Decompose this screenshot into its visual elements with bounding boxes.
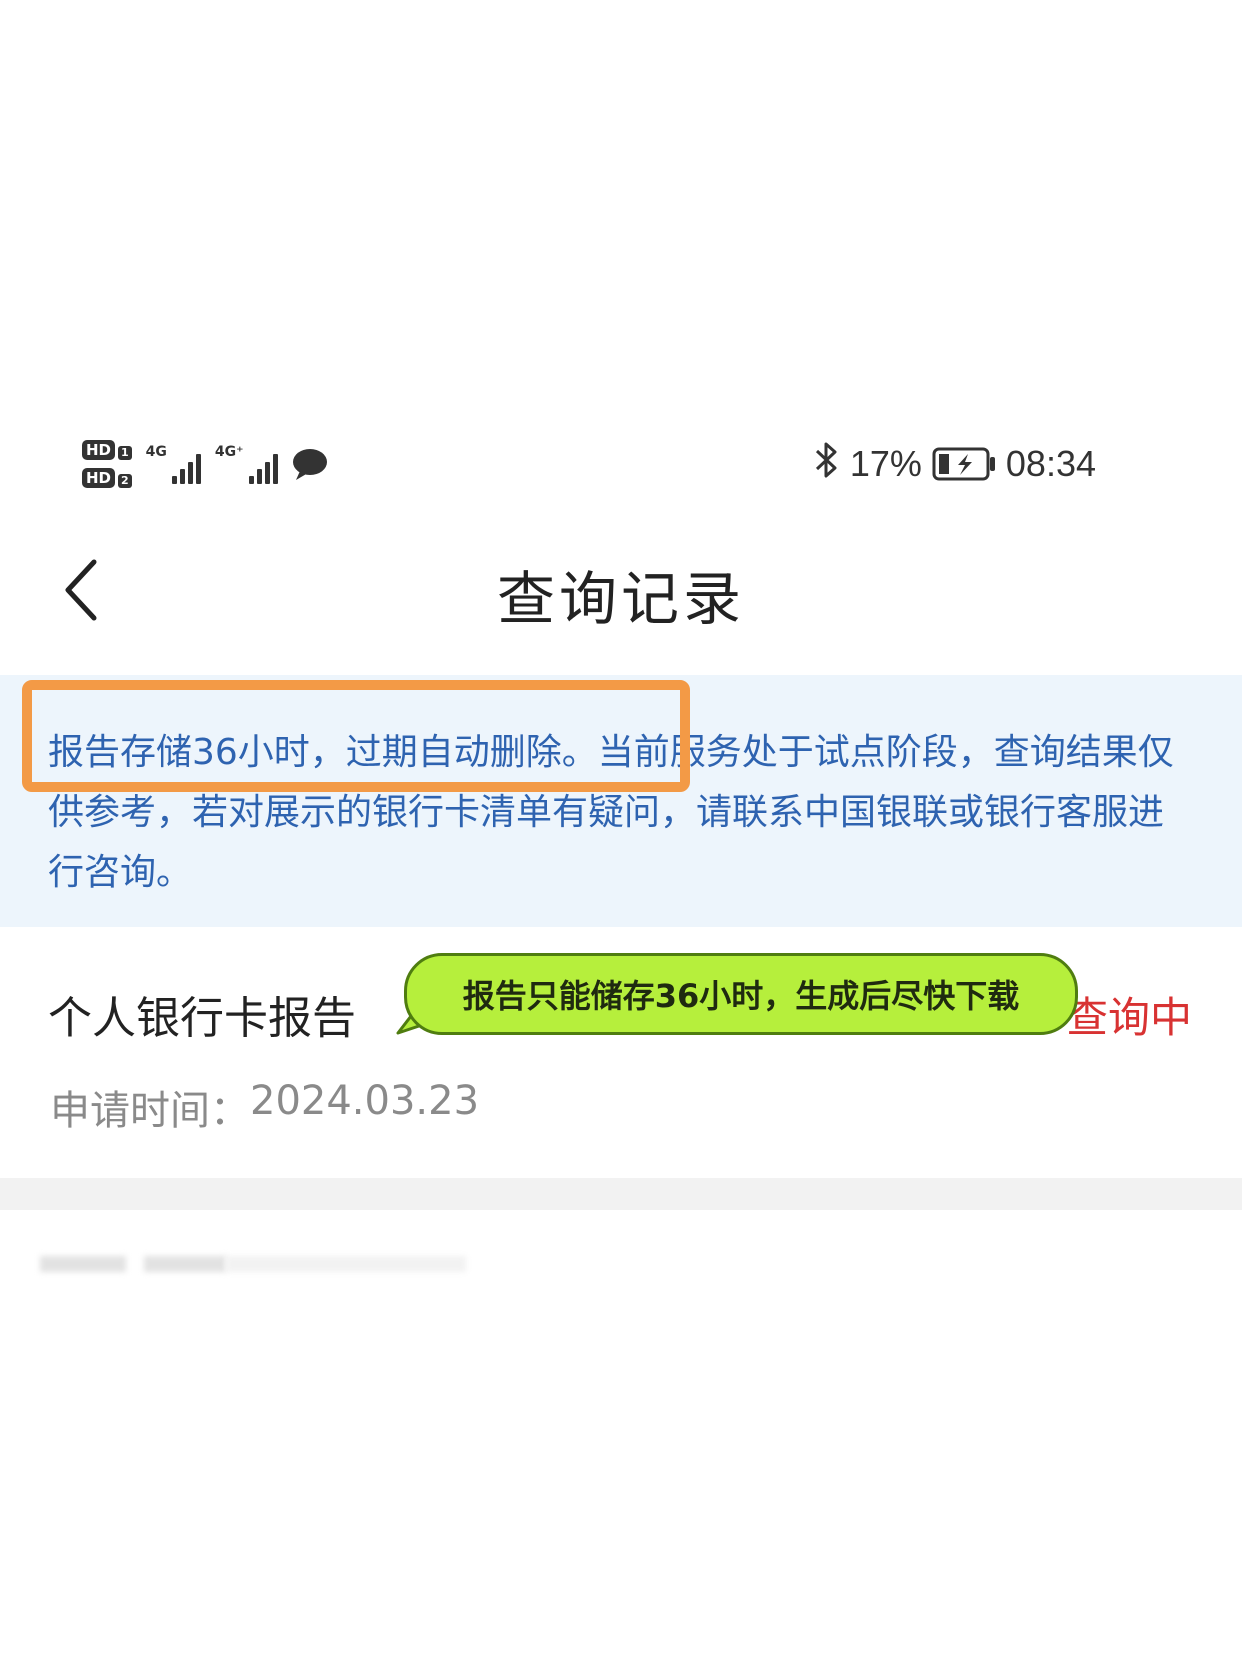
blurred-content [40,1256,126,1272]
signal-icon: 4G [146,444,201,484]
chat-bubble-icon [292,447,328,481]
signal-bar [187,462,193,484]
highlight-annotation-box [22,680,690,792]
status-bar-right: 17% 08:34 [814,432,1096,496]
nav-bar: 查询记录 [0,540,1242,640]
battery-percent: 17% [849,443,922,484]
blurred-content [144,1256,226,1272]
record-title: 个人银行卡报告 [48,993,356,1044]
status-bar: HD 1 HD 2 4G 4G⁺ 17% 08:34 [0,432,1242,496]
signal-bar [179,469,185,484]
hd-sim-icon: HD [82,468,116,488]
section-divider [0,1178,1242,1210]
hd-sim-icon: HD [82,440,116,460]
network-type-label: 4G⁺ [214,444,244,460]
status-badge: 查询中 [1065,993,1192,1042]
signal-icon: 4G⁺ [215,444,278,484]
signal-bar [264,462,270,484]
sim2-indicator: HD 2 [82,468,132,488]
signal-bar [272,454,278,484]
sim1-indicator: HD 1 [82,440,132,460]
page-title: 查询记录 [496,565,745,633]
sim1-index: 1 [118,446,132,460]
date-value: 2024.03.23 [250,1078,480,1124]
battery-charging-icon [932,447,996,481]
network-type-label: 4G [145,444,167,460]
status-bar-left: HD 1 HD 2 4G 4G⁺ [82,432,328,496]
bluetooth-icon [814,441,840,488]
sim-indicators: HD 1 HD 2 [82,440,132,488]
clock: 08:34 [1005,443,1096,484]
signal-bar [256,469,262,484]
signal-bar [195,454,201,484]
signal-bar [171,476,177,484]
record-date-row: 申请时间： 2024.03.23 [50,1078,479,1136]
callout-annotation: 报告只能储存36小时，生成后尽快下载 [404,953,1078,1035]
date-label: 申请时间： [50,1088,250,1134]
blurred-content [226,1256,466,1272]
signal-bar [248,476,254,484]
sim2-index: 2 [118,474,132,488]
